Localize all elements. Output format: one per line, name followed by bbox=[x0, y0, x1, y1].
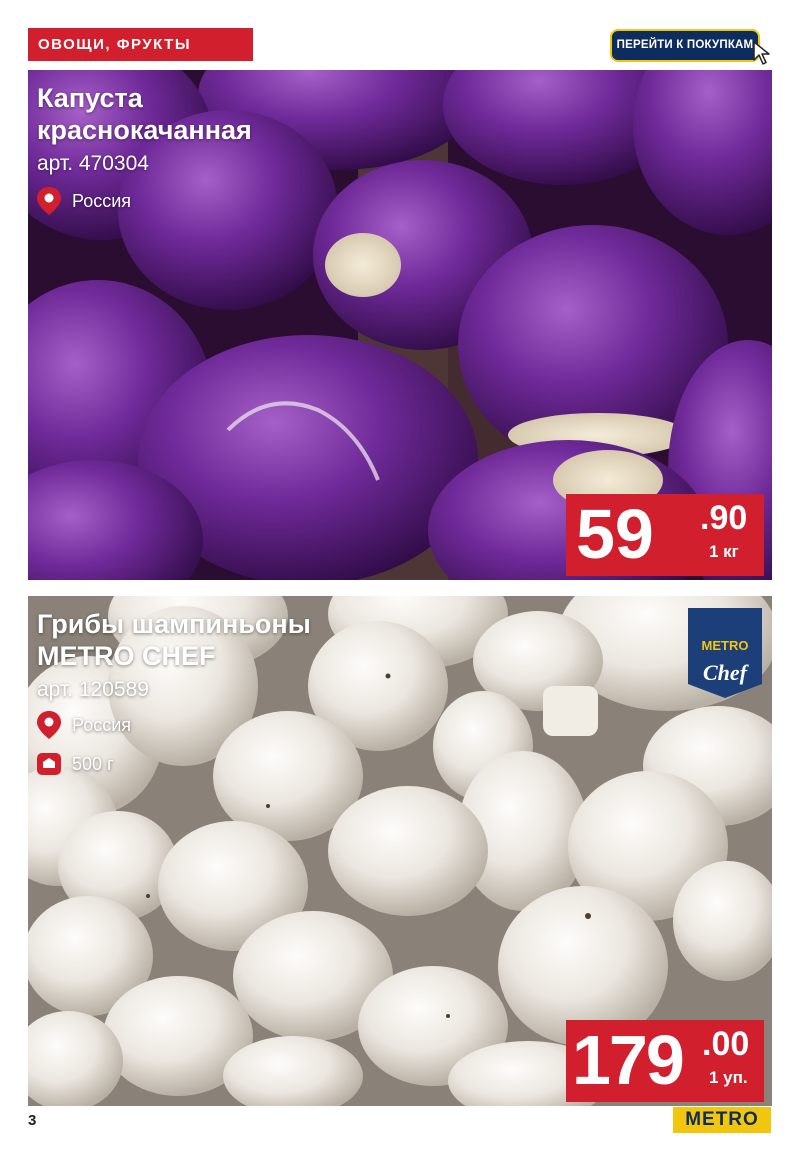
product-title-line2: METRO CHEF bbox=[37, 641, 216, 671]
go-to-shopping-button[interactable]: ПЕРЕЙТИ К ПОКУПКАМ bbox=[610, 29, 760, 62]
origin-row: Россия bbox=[36, 710, 131, 740]
product-card-mushrooms: Грибы шампиньоны METRO CHEF арт. 120589 … bbox=[28, 596, 772, 1106]
product-title: Капуста краснокачанная bbox=[37, 82, 252, 146]
price-tag: 179 .00 1 уп. bbox=[566, 1020, 764, 1102]
price-decimal: .90 bbox=[700, 499, 748, 537]
product-card-red-cabbage: Капуста краснокачанная арт. 470304 Росси… bbox=[28, 70, 772, 580]
origin-country: Россия bbox=[72, 714, 132, 735]
weight-row: 500 г bbox=[36, 749, 114, 779]
weight-icon bbox=[37, 753, 61, 775]
location-pin-icon bbox=[37, 187, 61, 215]
price-unit: 1 уп. bbox=[709, 1068, 748, 1087]
price-decimal: .00 bbox=[702, 1025, 750, 1063]
origin-country: Россия bbox=[72, 190, 132, 211]
product-article: арт. 470304 bbox=[37, 152, 149, 175]
price-unit: 1 кг bbox=[709, 542, 739, 561]
product-title-line1: Грибы шампиньоны bbox=[37, 609, 311, 639]
metro-logo-text: METRO bbox=[685, 1109, 759, 1130]
price-integer: 179 bbox=[572, 1021, 685, 1099]
go-to-shopping-label: ПЕРЕЙТИ К ПОКУПКАМ bbox=[616, 39, 754, 51]
product-title-line2: краснокачанная bbox=[37, 115, 252, 145]
metro-logo: METRO bbox=[673, 1107, 771, 1133]
cursor-icon bbox=[753, 41, 770, 65]
price-tag: 59 .90 1 кг bbox=[566, 494, 764, 576]
page-number: 3 bbox=[28, 1112, 37, 1129]
badge-brand: METRO bbox=[701, 638, 749, 653]
badge-chef: Chef bbox=[703, 660, 747, 685]
package-weight: 500 г bbox=[72, 753, 114, 774]
metro-chef-badge: METRO Chef bbox=[688, 608, 762, 698]
product-article: арт. 120589 bbox=[37, 678, 149, 701]
origin-row: Россия bbox=[36, 186, 131, 216]
category-label: ОВОЩИ, ФРУКТЫ bbox=[38, 36, 192, 53]
product-title: Грибы шампиньоны METRO CHEF bbox=[37, 608, 311, 672]
price-integer: 59 bbox=[576, 495, 654, 573]
category-header: ОВОЩИ, ФРУКТЫ bbox=[28, 28, 253, 61]
product-title-line1: Капуста bbox=[37, 83, 143, 113]
location-pin-icon bbox=[37, 711, 61, 739]
